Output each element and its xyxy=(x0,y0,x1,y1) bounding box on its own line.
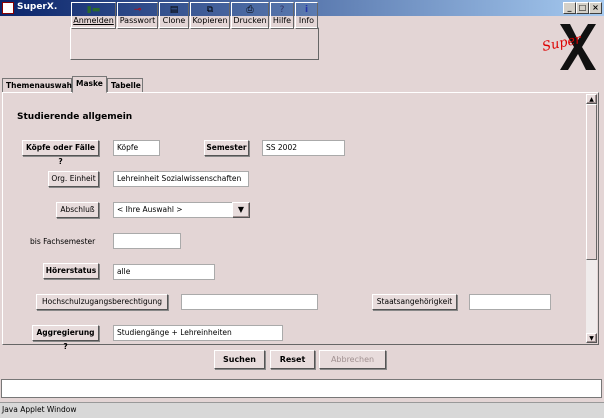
degree-button[interactable]: Abschluß xyxy=(56,202,99,218)
info-icon: i xyxy=(304,5,309,15)
aggregation-button[interactable]: Aggregierung ? xyxy=(32,325,99,351)
org-unit-button[interactable]: Org. Einheit xyxy=(48,171,99,187)
org-unit-field[interactable]: Lehreinheit Sozialwissenschaften xyxy=(113,171,249,187)
info-button[interactable]: i Info xyxy=(295,2,318,29)
minimize-button[interactable]: _ xyxy=(563,2,576,14)
login-button[interactable]: ▮▬ Anmelden xyxy=(71,2,116,29)
copy-icon: ⧉ xyxy=(206,5,214,15)
tab-tabelle[interactable]: Tabelle xyxy=(107,78,143,93)
key-icon: ⊸ xyxy=(133,5,142,15)
semester-button[interactable]: Semester xyxy=(204,140,249,156)
hzb-button[interactable]: Hochschulzugangsberechtigung xyxy=(36,294,168,310)
cancel-button: Abbrechen xyxy=(319,350,386,369)
hzb-field[interactable] xyxy=(181,294,318,310)
form-heading: Studierende allgemein xyxy=(17,112,133,122)
search-button[interactable]: Suchen xyxy=(214,350,265,369)
hoererstatus-field[interactable]: alle xyxy=(113,264,215,280)
scroll-down-icon[interactable]: ▼ xyxy=(586,333,597,343)
koepfe-field[interactable]: Köpfe xyxy=(113,140,160,156)
help-button[interactable]: ? Hilfe xyxy=(270,2,294,29)
help-icon: ? xyxy=(279,5,285,15)
window-title: SuperX. xyxy=(17,2,58,12)
scroll-up-icon[interactable]: ▲ xyxy=(586,94,597,104)
nationality-button[interactable]: Staatsangehörigkeit xyxy=(372,294,457,310)
login-icon: ▮▬ xyxy=(86,5,101,15)
reset-button[interactable]: Reset xyxy=(270,350,315,369)
hoererstatus-button[interactable]: Hörerstatus xyxy=(43,263,99,279)
clone-icon: ▤ xyxy=(169,5,179,15)
tab-maske[interactable]: Maske xyxy=(72,76,107,93)
tab-themenauswahl[interactable]: Themenauswahl xyxy=(2,78,75,93)
close-button[interactable]: × xyxy=(589,2,602,14)
print-button[interactable]: ⎙ Drucken xyxy=(231,2,269,29)
copy-button[interactable]: ⧉ Kopieren xyxy=(190,2,230,29)
status-field xyxy=(1,379,602,398)
applet-footer: Java Applet Window xyxy=(0,402,604,418)
degree-select[interactable]: < Ihre Auswahl > xyxy=(113,202,232,218)
fachsemester-field[interactable] xyxy=(113,233,181,249)
aggregation-field[interactable]: Studiengänge + Lehreinheiten xyxy=(113,325,283,341)
toolbar xyxy=(70,27,319,60)
clone-button[interactable]: ▤ Clone xyxy=(159,2,189,29)
password-button[interactable]: ⊸ Passwort xyxy=(117,2,158,29)
chevron-down-icon[interactable]: ▼ xyxy=(232,202,250,218)
superx-logo: Super xyxy=(540,22,596,72)
app-icon xyxy=(2,2,14,14)
koepfe-button[interactable]: Köpfe oder Fälle ? xyxy=(22,140,99,166)
semester-field[interactable]: SS 2002 xyxy=(262,140,345,156)
maximize-button[interactable]: □ xyxy=(576,2,589,14)
scroll-thumb[interactable] xyxy=(586,104,597,260)
printer-icon: ⎙ xyxy=(246,5,254,15)
fachsemester-label: bis Fachsemester xyxy=(30,237,96,246)
nationality-field[interactable] xyxy=(469,294,551,310)
